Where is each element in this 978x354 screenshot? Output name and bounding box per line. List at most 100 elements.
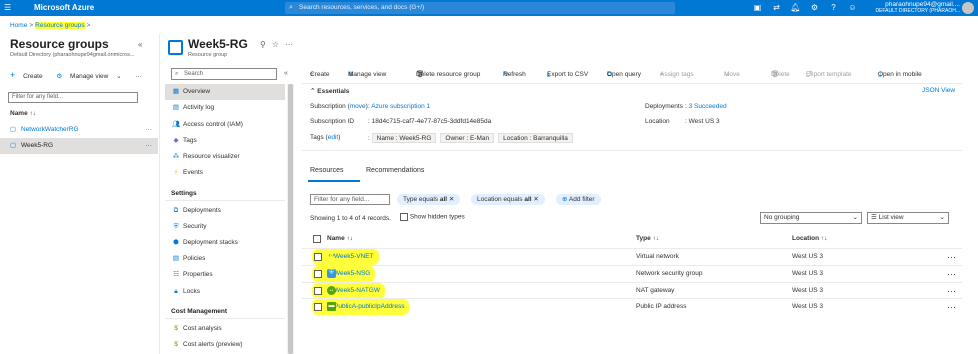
collapse-icon[interactable]: « [284,70,288,77]
tab-resources[interactable]: Resources [310,167,343,174]
subscription-label: Subscription (move) [310,103,368,110]
resource-name-link[interactable]: Week5-NATGW [334,287,380,294]
resource-type: NAT gateway [636,287,675,294]
row-checkbox[interactable] [314,287,322,295]
grouping-select[interactable]: No grouping ⌄ [760,212,862,224]
column-header-location[interactable]: Location ↑↓ [792,235,827,242]
pin-icon[interactable]: ⚲ [260,40,266,49]
edit-tags-link[interactable]: edit [328,134,338,141]
nav-item-locks[interactable]: 🔒︎ Locks [165,284,285,300]
nav-item-label: Deployment stacks [183,239,238,246]
left-manage-view-button[interactable]: ⚙ Manage view ⌄ [56,73,127,80]
nav-item-properties[interactable]: ☷ Properties [165,267,285,283]
more-icon[interactable]: ··· [947,299,956,315]
more-icon[interactable]: ··· [285,40,293,49]
json-view-link[interactable]: JSON View [922,87,955,94]
breadcrumb-home[interactable]: Home [10,22,27,29]
column-header-name[interactable]: Name ↑↓ [327,235,353,242]
row-checkbox[interactable] [314,270,322,278]
more-icon[interactable]: ··· [947,249,956,265]
close-icon[interactable]: ✕ [533,196,538,203]
cost-alerts-icon: $ [174,341,178,348]
grouping-value: No grouping [764,214,800,221]
events-icon: ⚡︎ [173,169,179,176]
settings-icon[interactable]: ⚙ [805,0,824,16]
breadcrumb-separator: > [86,22,91,29]
notifications-icon[interactable]: 🔔︎ [786,0,805,16]
open-mobile-label: Open in mobile [878,71,922,78]
subscription-link[interactable]: Azure subscription 1 [371,103,430,110]
visualizer-icon: ⁂ [172,153,180,160]
close-icon[interactable]: ✕ [449,196,454,203]
cloud-shell-icon[interactable]: ▣ [748,0,767,16]
row-checkbox[interactable] [314,303,322,311]
list-item[interactable]: ▢ NetworkWatcherRG ··· [0,122,158,138]
brand[interactable]: ☰ Microsoft Azure [4,0,94,16]
list-item-selected[interactable]: ▢ Week5-RG ··· [0,138,158,154]
scrollbar-thumb[interactable] [288,84,293,354]
left-create-button[interactable]: + Create [10,70,49,80]
nav-item-resource-visualizer[interactable]: ⁂ Resource visualizer [165,149,285,165]
add-filter-button[interactable]: ⊕ Add filter [556,194,601,205]
left-filter-input[interactable]: Filter for any field... [8,92,138,103]
search-icon: ⌕ [289,4,293,11]
table-row[interactable]: Week5-NSG ⛨ Network security group West … [302,265,962,282]
show-hidden-types[interactable]: Show hidden types [400,213,465,221]
show-hidden-checkbox[interactable] [400,213,408,221]
table-row[interactable]: Week5-NATGW ↔ NAT gateway West US 3 ··· [302,282,962,299]
type-filter-pill[interactable]: Type equals all ✕ [397,194,461,205]
nav-item-tags[interactable]: ◆ Tags [165,133,285,149]
resource-filter-input[interactable]: Filter for any field... [310,194,390,205]
table-row[interactable]: PublicA-publicIpAddress ▬ Public IP addr… [302,298,962,315]
nav-search-input[interactable]: ⌕ Search [171,68,277,80]
nav-item-events[interactable]: ⚡︎ Events [165,165,285,181]
nav-item-label: Properties [183,271,213,278]
resource-name-link[interactable]: Week5-NSG [334,270,370,277]
directory-icon[interactable]: ⇄ [767,0,786,16]
nav-item-deployment-stacks[interactable]: ⬢ Deployment stacks [165,235,285,251]
essentials-toggle[interactable]: ⌃ Essentials [310,87,349,95]
deployments-link[interactable]: 3 Succeeded [689,103,727,110]
nav-item-cost-alerts[interactable]: $ Cost alerts (preview) [165,337,285,353]
deployments-icon: ⧉ [173,207,179,214]
location-filter-pill[interactable]: Location equals all ✕ [471,194,545,205]
resource-location: West US 3 [792,287,823,294]
menu-icon[interactable]: ☰ [4,0,14,16]
view-select[interactable]: ☰ List view ⌄ [867,212,949,224]
resource-group-icon: ▢ [10,126,17,133]
type-pill-value: all [439,196,448,203]
resource-location: West US 3 [792,253,823,260]
more-icon[interactable]: ··· [135,73,142,80]
user-account[interactable]: pharaohnupe94@gmail.... DEFAULT DIRECTOR… [872,1,960,15]
resource-name-link[interactable]: PublicA-publicIpAddress [334,303,404,310]
tab-recommendations[interactable]: Recommendations [366,167,424,174]
nav-scrollbar[interactable] [287,84,294,354]
nav-item-overview[interactable]: ▦ Overview [165,84,285,100]
nav-item-iam[interactable]: 👥︎ Access control (IAM) [165,117,285,133]
collapse-icon[interactable]: « [138,40,142,49]
resource-name-link[interactable]: Week5-VNET [334,253,374,260]
nav-search-placeholder: Search [184,71,204,77]
more-icon[interactable]: ··· [146,138,153,154]
more-icon[interactable]: ··· [947,283,956,299]
more-icon[interactable]: ··· [947,266,956,282]
nav-item-cost-analysis[interactable]: $ Cost analysis [165,321,285,337]
resource-name-highlight: Week5-NATGW [312,283,385,299]
move-link[interactable]: move [350,103,366,110]
avatar[interactable] [962,2,974,14]
column-header-type[interactable]: Type ↑↓ [636,235,659,242]
more-icon[interactable]: ··· [146,122,153,138]
nav-item-security[interactable]: ⛨ Security [165,219,285,235]
nav-item-policies[interactable]: ▤ Policies [165,251,285,267]
help-icon[interactable]: ? [824,0,843,16]
feedback-icon[interactable]: ☺ [843,0,862,16]
star-icon[interactable]: ☆ [272,40,279,49]
table-row[interactable]: Week5-VNET ‹·› Virtual network West US 3… [302,248,962,265]
nav-item-deployments[interactable]: ⧉ Deployments [165,203,285,219]
left-name-header[interactable]: Name ↑↓ [10,110,36,117]
select-all-checkbox[interactable] [313,235,321,243]
global-search-input[interactable]: ⌕ Search resources, services, and docs (… [285,2,675,14]
row-checkbox[interactable] [314,253,322,261]
breadcrumb-resource-groups[interactable]: Resource groups [35,22,85,29]
nav-item-activity-log[interactable]: ▤ Activity log [165,100,285,116]
